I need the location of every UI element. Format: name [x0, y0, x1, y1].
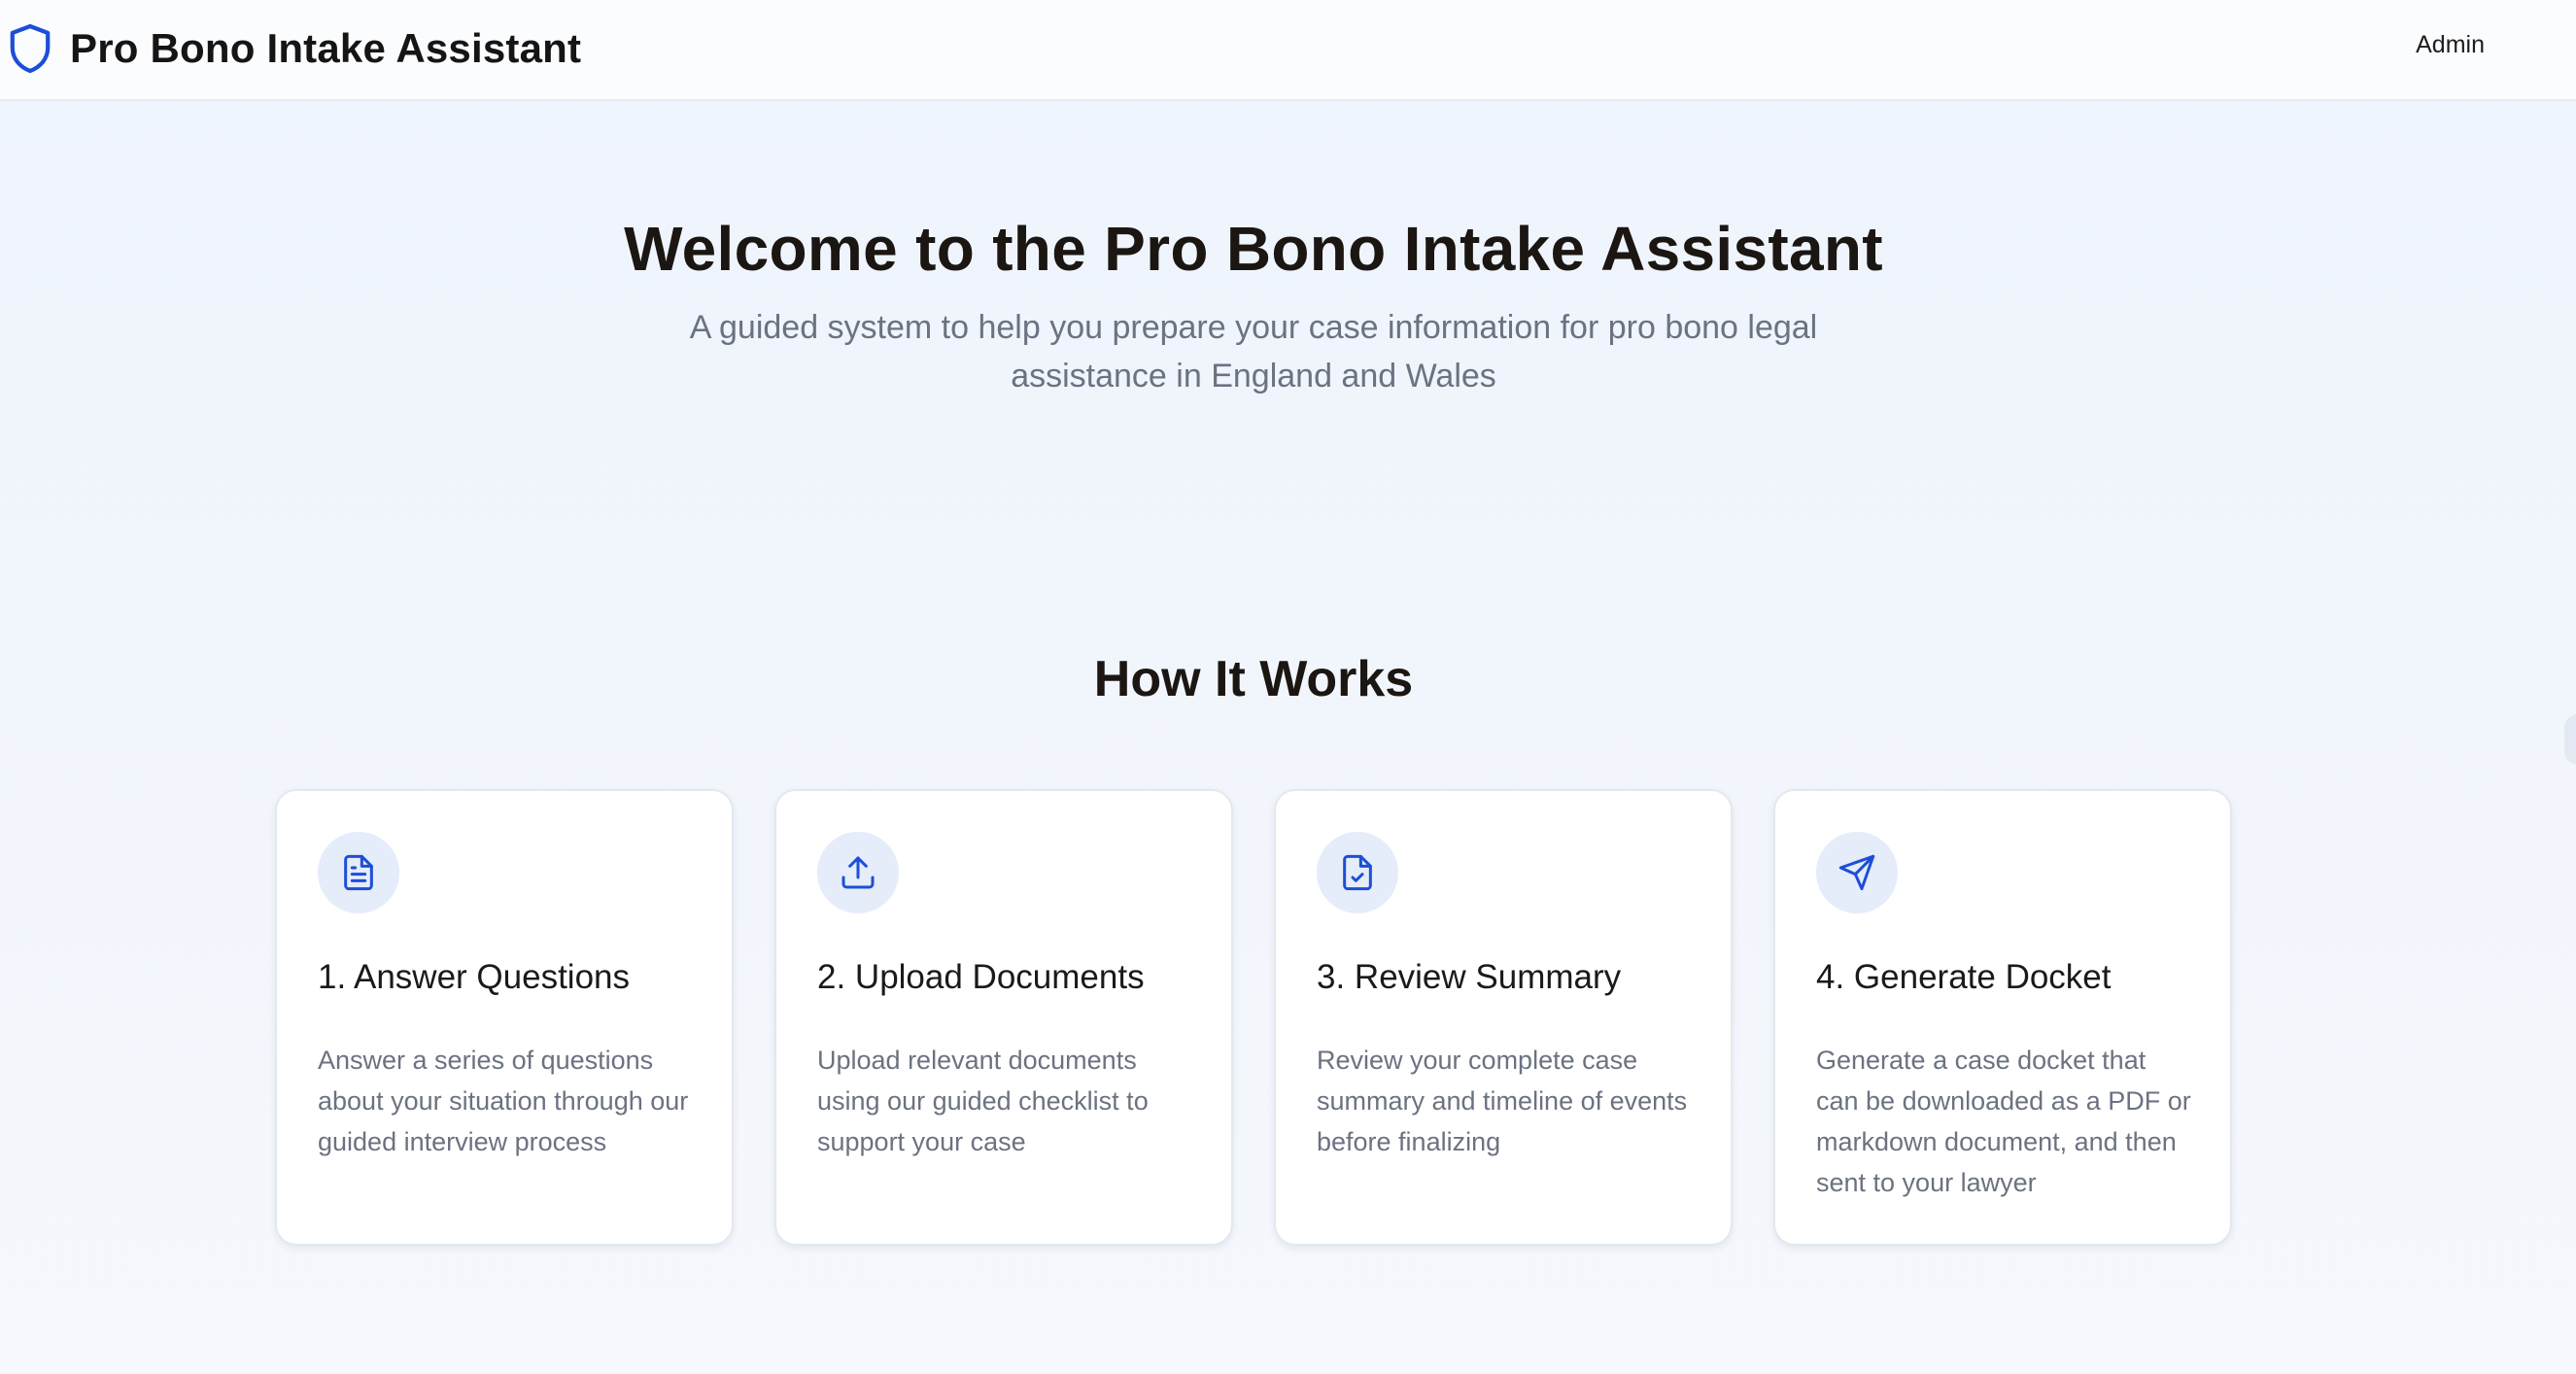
how-it-works-heading: How It Works — [1093, 651, 1414, 707]
top-navigation-bar: Pro Bono Intake Assistant Admin — [0, 0, 2576, 101]
step-title: 1. Answer Questions — [318, 958, 630, 996]
shield-icon — [8, 22, 52, 75]
brand[interactable]: Pro Bono Intake Assistant — [8, 21, 581, 76]
step-title: 4. Generate Docket — [1816, 958, 2112, 996]
step-title: 3. Review Summary — [1317, 958, 1622, 996]
step-card-review-summary[interactable]: 3. Review Summary Review your complete c… — [1274, 789, 1733, 1246]
send-icon — [1816, 832, 1898, 913]
page-subtitle: A guided system to help you prepare your… — [689, 309, 1818, 395]
step-description: Answer a series of questions about your … — [318, 1046, 689, 1156]
step-description: Upload relevant documents using our guid… — [817, 1046, 1149, 1156]
steps-grid: 1. Answer Questions Answer a series of q… — [275, 789, 2232, 1246]
step-description: Review your complete case summary and ti… — [1317, 1046, 1688, 1156]
file-check-icon — [1317, 832, 1398, 913]
side-panel-tab[interactable] — [2564, 714, 2576, 765]
step-description: Generate a case docket that can be downl… — [1816, 1046, 2191, 1197]
page-title: Welcome to the Pro Bono Intake Assistant — [624, 214, 1883, 284]
upload-icon — [817, 832, 899, 913]
step-title: 2. Upload Documents — [817, 958, 1145, 996]
document-icon — [318, 832, 399, 913]
admin-link[interactable]: Admin — [2416, 31, 2485, 59]
hero-section: Welcome to the Pro Bono Intake Assistant… — [0, 204, 2507, 400]
step-card-answer-questions[interactable]: 1. Answer Questions Answer a series of q… — [275, 789, 734, 1246]
app-title: Pro Bono Intake Assistant — [70, 25, 582, 71]
step-card-generate-docket[interactable]: 4. Generate Docket Generate a case docke… — [1773, 789, 2232, 1246]
step-card-upload-documents[interactable]: 2. Upload Documents Upload relevant docu… — [774, 789, 1233, 1246]
